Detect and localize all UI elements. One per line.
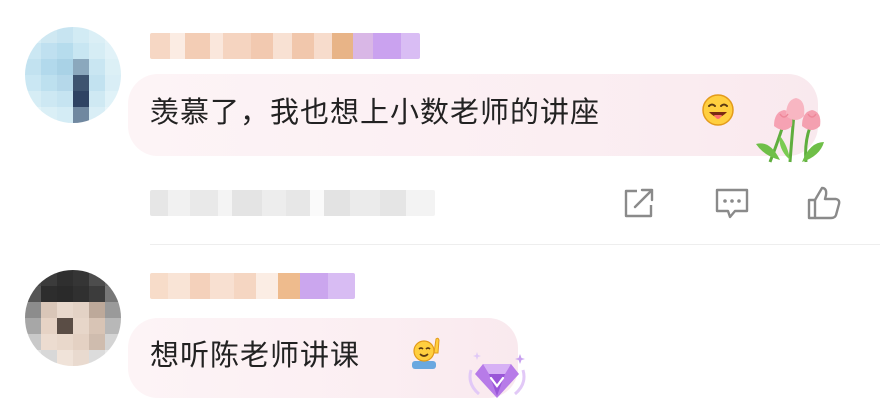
comment-icon[interactable] [713, 184, 751, 222]
comment-text: 想听陈老师讲课 [150, 338, 361, 372]
share-icon[interactable] [620, 184, 658, 222]
comment-meta-blurred [150, 190, 435, 216]
raising-hand-icon [412, 337, 440, 369]
username-blurred[interactable] [150, 273, 355, 299]
divider [150, 244, 880, 245]
comment-text: 羡慕了，我也想上小数老师的讲座 [150, 95, 601, 129]
avatar[interactable] [25, 270, 121, 366]
comment-item: 想听陈老师讲课 [0, 246, 880, 406]
username-blurred[interactable] [150, 33, 420, 59]
avatar[interactable] [25, 27, 121, 123]
comment-item: 羡慕了，我也想上小数老师的讲座 [0, 0, 880, 245]
tulip-bouquet-icon [756, 98, 824, 163]
purple-gem-badge-icon [468, 352, 526, 398]
thumbs-up-icon[interactable] [805, 184, 843, 222]
face-savoring-food-icon [702, 94, 734, 126]
